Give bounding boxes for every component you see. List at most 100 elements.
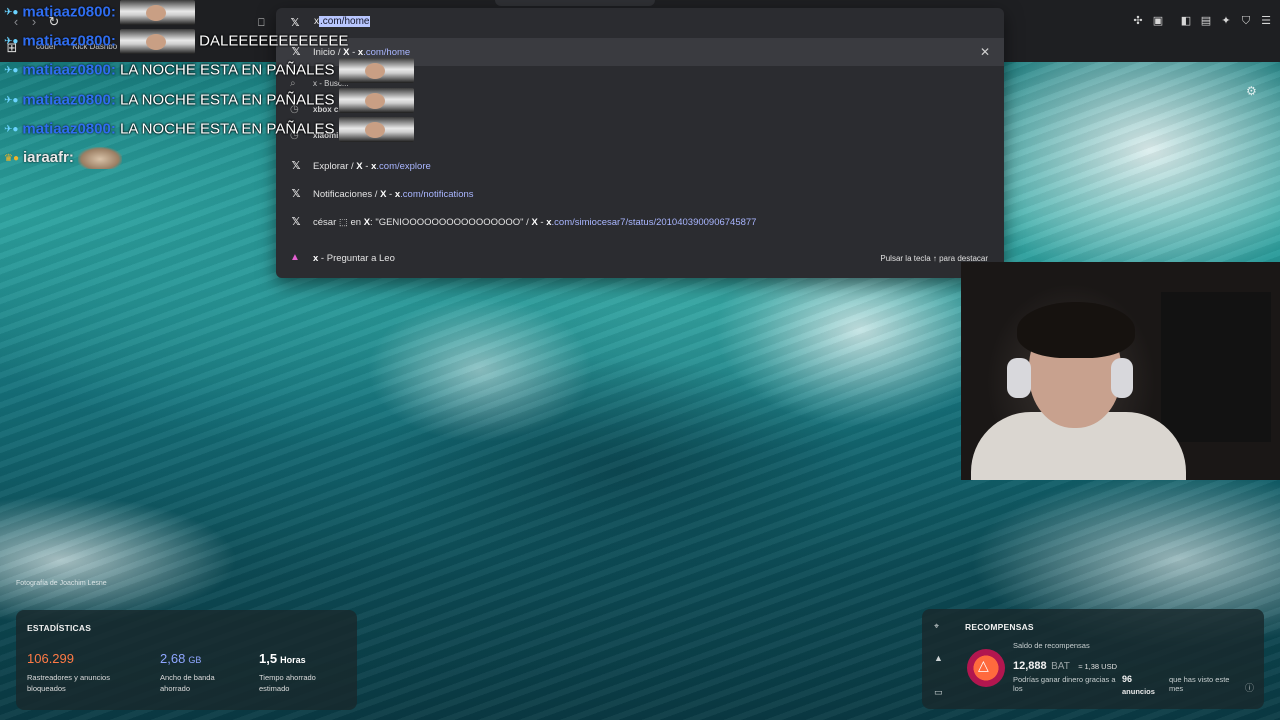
address-bar[interactable]: ⎕ 𝕏 x.com/home	[258, 8, 1004, 38]
chat-username: iaraafr	[23, 148, 69, 166]
chat-colon: :	[110, 32, 116, 50]
chat-message: ✈● matiaaz0800: DALEEEEEEEEEEEE	[4, 29, 349, 54]
chat-emote	[78, 147, 123, 169]
balance-value: 12,888	[1013, 660, 1047, 672]
leo-icon[interactable]: ✦	[1220, 15, 1232, 27]
badge-icons: ♛●	[4, 152, 20, 164]
tab-strip[interactable]	[495, 0, 655, 6]
stat-time-saved: 1,5 Horas Tiempo ahorrado estimado	[259, 650, 316, 694]
chat-text: LA NOCHE ESTA EN PAÑALES	[120, 61, 335, 79]
chat-text: DALEEEEEEEEEEEE	[199, 32, 349, 50]
badge-icons: ✈●	[4, 95, 19, 106]
suggestion-post-text: : "GENIOOOOOOOOOOOOOOOO" /	[370, 217, 532, 228]
suggestion-url: .com/simiocesar7/status/2010403900906745…	[551, 217, 757, 228]
separator: -	[537, 217, 547, 228]
sidebar-icon[interactable]: ◧	[1180, 15, 1192, 27]
badge-icons: ✈●	[4, 36, 19, 47]
badge-icons: ✈●	[4, 65, 19, 76]
balance-currency: BAT	[1051, 661, 1070, 672]
chat-emote	[338, 88, 414, 113]
chat-message: ♛● iaraafr:	[4, 147, 123, 171]
separator: -	[386, 189, 395, 200]
badge-icons: ✈●	[4, 124, 19, 135]
balance-usd: ≈ 1,38 USD	[1078, 662, 1117, 671]
wallet-icon[interactable]: ▤	[1200, 15, 1212, 27]
webcam-overlay	[961, 262, 1280, 480]
headset-icon	[1007, 358, 1031, 398]
chat-text: LA NOCHE ESTA EN PAÑALES	[120, 91, 335, 109]
suggestion-url: .com/home	[363, 47, 411, 58]
omnibox-dropdown: ⎕ 𝕏 x.com/home 𝕏 Inicio / X - x.com/home…	[258, 8, 1004, 278]
chat-message: ✈● matiaaz0800: LA NOCHE ESTA EN PAÑALES	[4, 88, 414, 113]
info-icon[interactable]: ⓘ	[1245, 681, 1254, 694]
x-logo-icon: 𝕏	[291, 188, 301, 200]
separator: -	[349, 47, 358, 58]
seen-text-line: que has visto este	[1169, 675, 1230, 684]
close-icon[interactable]: ✕	[980, 45, 990, 59]
person-hair	[1017, 302, 1135, 358]
headset-icon	[1111, 358, 1133, 398]
ads-label: anuncios	[1122, 687, 1155, 696]
suggestion-explore[interactable]: 𝕏 Explorar / X - x.com/explore	[276, 152, 1004, 180]
badge-icons: ✈●	[4, 7, 19, 18]
chat-colon: :	[110, 91, 116, 109]
chat-text: LA NOCHE ESTA EN PAÑALES	[120, 120, 335, 138]
x-logo-icon: 𝕏	[291, 160, 301, 172]
stat-trackers: 106.299 Rastreadores y anuncios bloqueado…	[27, 650, 110, 694]
suggestion-url: .com/notifications	[400, 189, 474, 200]
chat-colon: :	[68, 148, 74, 166]
extensions-icon[interactable]: ✣	[1132, 15, 1144, 27]
screenshot-icon[interactable]: ▣	[1152, 15, 1164, 27]
stat-label: Tiempo ahorrado	[259, 673, 316, 682]
chat-emote	[120, 29, 195, 54]
rewards-triangle-icon[interactable]: ▲	[934, 653, 944, 663]
chat-username: matiaaz0800	[22, 32, 111, 50]
seen-text: que has visto este mes	[1169, 675, 1229, 693]
balance-label: Saldo de recompensas	[1013, 641, 1090, 650]
suggestion-status-post[interactable]: 𝕏 césar ⬚ en X: "GENIOOOOOOOOOOOOOOOO" /…	[276, 208, 1004, 236]
stat-label: Ancho de banda	[160, 673, 215, 682]
gear-icon[interactable]: ⚙	[1246, 84, 1257, 98]
chat-message: ✈● matiaaz0800:	[4, 0, 195, 25]
suggestion-title: Notificaciones /	[313, 189, 381, 200]
shield-icon[interactable]: ⛉	[1240, 15, 1252, 27]
stat-label: estimado	[259, 684, 290, 693]
chat-colon: :	[110, 120, 116, 138]
stat-label: ahorrado	[160, 684, 191, 693]
stat-label: Rastreadores y anuncios	[27, 673, 110, 682]
suggestion-title: césar ⬚ en	[313, 217, 364, 228]
stat-unit: Horas	[280, 655, 306, 665]
separator: -	[362, 161, 372, 172]
chat-colon: :	[110, 3, 116, 21]
rewards-widget: ⌖ ▲ ▭ RECOMPENSAS Saldo de recompensas 1…	[922, 609, 1264, 709]
balance-row: 12,888 BAT ≈ 1,38 USD	[1013, 656, 1117, 674]
toolbar-right-icons: ✣ ▣ ◧ ▤ ✦ ⛉ ☰	[1132, 15, 1272, 27]
suggestion-title: Explorar /	[313, 161, 357, 172]
stat-value: 1,5	[259, 651, 278, 666]
chat-message: ✈● matiaaz0800: LA NOCHE ESTA EN PAÑALES	[4, 117, 414, 142]
menu-icon[interactable]: ☰	[1260, 15, 1272, 27]
stat-bandwidth: 2,68 GB Ancho de banda ahorrado	[160, 650, 215, 694]
suggestion-url: .com/explore	[376, 161, 431, 172]
stat-label: bloqueados	[27, 684, 66, 693]
leo-label: - Preguntar a Leo	[318, 253, 395, 264]
card-icon[interactable]: ▭	[934, 687, 944, 698]
photo-credit[interactable]: Fotografía de Joachim Lesne	[16, 580, 107, 587]
suggestion-notifications[interactable]: 𝕏 Notificaciones / X - x.com/notificatio…	[276, 180, 1004, 208]
address-input[interactable]: x.com/home	[314, 16, 371, 27]
earn-text-line: los	[1013, 684, 1023, 693]
chat-username: matiaaz0800	[22, 120, 111, 138]
stat-value: 2,68	[160, 651, 186, 666]
leo-icon: ▲	[290, 252, 300, 263]
chat-username: matiaaz0800	[22, 3, 111, 21]
chat-username: matiaaz0800	[22, 91, 111, 109]
chat-emote	[338, 117, 414, 142]
rewards-title: RECOMPENSAS	[965, 622, 1034, 632]
chat-emote	[338, 58, 414, 83]
suggestion-ask-leo[interactable]: ▲ x - Preguntar a Leo Pulsar la tecla ↑ …	[276, 244, 1004, 272]
chat-emote	[120, 0, 195, 25]
ads-count: 96	[1122, 674, 1133, 684]
location-pin-icon[interactable]: ⌖	[934, 621, 944, 632]
chat-message: ✈● matiaaz0800: LA NOCHE ESTA EN PAÑALES	[4, 58, 414, 83]
seen-text-line: mes	[1169, 684, 1184, 693]
